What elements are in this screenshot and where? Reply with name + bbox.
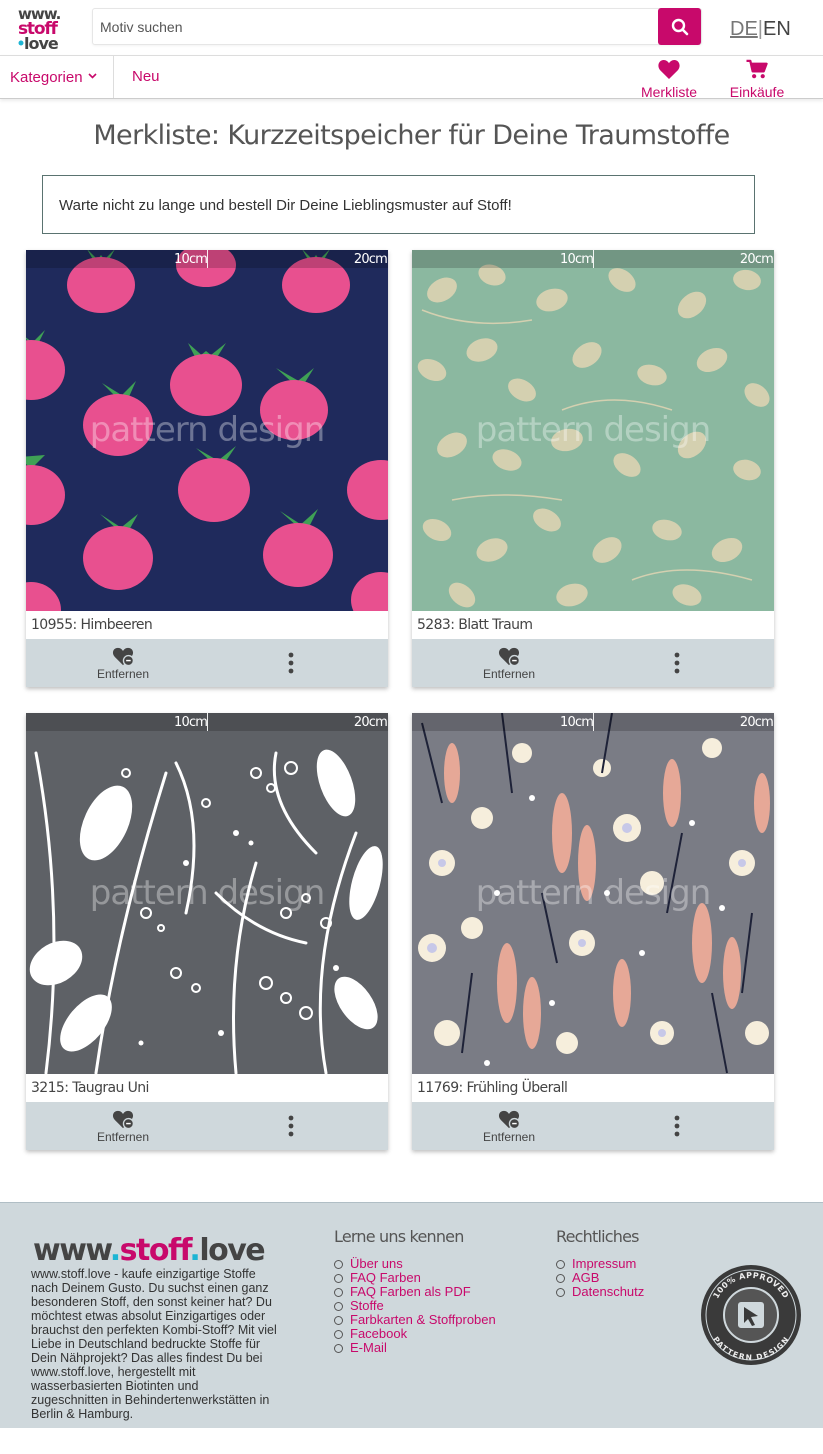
ruler-10cm-label: 10cm xyxy=(560,715,594,730)
purchases-label: Einkäufe xyxy=(729,84,785,100)
footer-legal-links: Rechtliches Impressum AGB Datenschutz xyxy=(556,1227,644,1299)
ruler-20cm-label: 20cm xyxy=(739,252,774,267)
footer-link-agb[interactable]: AGB xyxy=(556,1271,644,1285)
lang-de-link[interactable]: DE xyxy=(730,18,758,40)
watermark: pattern design xyxy=(475,873,712,913)
lang-en-link[interactable]: EN xyxy=(763,18,791,40)
more-options-icon[interactable] xyxy=(670,651,684,675)
nav-divider xyxy=(113,56,114,98)
page-title: Merkliste: Kurzzeitspeicher für Deine Tr… xyxy=(93,120,730,151)
card-actions: Entfernen xyxy=(26,639,388,687)
search-button[interactable] xyxy=(658,8,701,45)
pattern-title[interactable]: 11769: Frühling Überall xyxy=(412,1074,774,1102)
remove-button[interactable]: Entfernen xyxy=(86,647,160,681)
chevron-down-icon xyxy=(88,73,97,79)
pattern-title[interactable]: 10955: Himbeeren xyxy=(26,611,388,639)
search-bar xyxy=(92,8,702,45)
remove-label: Entfernen xyxy=(482,667,536,681)
size-ruler: 10cm 20cm xyxy=(412,250,774,268)
site-logo[interactable]: www. stoff love xyxy=(16,5,72,51)
footer-link-facebook[interactable]: Facebook xyxy=(334,1327,496,1341)
logo-www: www xyxy=(33,1233,111,1268)
footer-link-impressum[interactable]: Impressum xyxy=(556,1257,644,1271)
svg-text:love: love xyxy=(24,34,59,51)
wishlist-card: 10cm 20cm pattern design 5283: Blatt Tra… xyxy=(412,250,774,687)
logo-love: love xyxy=(199,1233,265,1268)
logo-dot: . xyxy=(109,1233,121,1268)
size-ruler: 10cm 20cm xyxy=(26,713,388,731)
card-actions: Entfernen xyxy=(26,1102,388,1150)
remove-label: Entfernen xyxy=(96,667,150,681)
remove-label: Entfernen xyxy=(482,1130,536,1144)
purchases-link[interactable]: Einkäufe xyxy=(726,59,788,100)
heart-icon xyxy=(658,59,680,80)
remove-label: Entfernen xyxy=(96,1130,150,1144)
pattern-image[interactable]: 10cm 20cm pattern design xyxy=(412,250,774,611)
top-header: www. stoff love DE|EN xyxy=(0,0,823,55)
notice-text: Warte nicht zu lange und bestell Dir Dei… xyxy=(59,197,512,214)
remove-button[interactable]: Entfernen xyxy=(472,1110,546,1144)
footer-link-faq-pdf[interactable]: FAQ Farben als PDF xyxy=(334,1285,496,1299)
footer-logo[interactable]: www.stoff.love xyxy=(33,1233,266,1268)
ruler-10cm-label: 10cm xyxy=(174,715,208,730)
page-bottom xyxy=(0,1428,823,1454)
pattern-image[interactable]: 10cm 20cm pattern design xyxy=(26,250,388,611)
card-actions: Entfernen xyxy=(412,639,774,687)
footer-link-ueber-uns[interactable]: Über uns xyxy=(334,1257,496,1271)
pattern-image[interactable]: 10cm 20cm pattern design xyxy=(26,713,388,1074)
ruler-10cm-label: 10cm xyxy=(560,252,594,267)
more-options-icon[interactable] xyxy=(670,1114,684,1138)
main-nav: Kategorien Neu Merkliste Einkäufe xyxy=(0,55,823,100)
wishlist-link[interactable]: Merkliste xyxy=(638,59,700,100)
footer-link-stoffe[interactable]: Stoffe xyxy=(334,1299,496,1313)
pattern-title[interactable]: 5283: Blatt Traum xyxy=(412,611,774,639)
heart-remove-icon xyxy=(498,1110,521,1130)
wishlist-card: 10cm 20cm pattern design 11769: Frühling… xyxy=(412,713,774,1150)
search-input[interactable] xyxy=(93,9,658,44)
size-ruler: 10cm 20cm xyxy=(26,250,388,268)
categories-label: Kategorien xyxy=(10,69,83,86)
remove-button[interactable]: Entfernen xyxy=(472,647,546,681)
pattern-title[interactable]: 3215: Taugrau Uni xyxy=(26,1074,388,1102)
ruler-20cm-label: 20cm xyxy=(353,715,388,730)
card-actions: Entfernen xyxy=(412,1102,774,1150)
heart-remove-icon xyxy=(112,647,135,667)
footer-about-links: Lerne uns kennen Über uns FAQ Farben FAQ… xyxy=(334,1227,496,1355)
footer-link-email[interactable]: E-Mail xyxy=(334,1341,496,1355)
new-link[interactable]: Neu xyxy=(132,68,160,85)
logo-stoff: stoff xyxy=(119,1233,191,1268)
footer-link-datenschutz[interactable]: Datenschutz xyxy=(556,1285,644,1299)
wishlist-card: 10cm 20cm pattern design 3215: Taugrau U… xyxy=(26,713,388,1150)
ruler-20cm-label: 20cm xyxy=(353,252,388,267)
footer-col-title: Lerne uns kennen xyxy=(334,1227,464,1246)
footer-link-faq-farben[interactable]: FAQ Farben xyxy=(334,1271,496,1285)
footer-about-text: www.stoff.love - kaufe einzigartige Stof… xyxy=(31,1267,277,1421)
approved-badge-icon: 100% APPROVED PATTERN DESIGN xyxy=(701,1265,801,1365)
size-ruler: 10cm 20cm xyxy=(412,713,774,731)
wishlist-card: 10cm 20cm pattern design 10955: Himbeere… xyxy=(26,250,388,687)
more-options-icon[interactable] xyxy=(284,1114,298,1138)
pattern-image[interactable]: 10cm 20cm pattern design xyxy=(412,713,774,1074)
language-switcher: DE|EN xyxy=(730,18,791,41)
ruler-10cm-label: 10cm xyxy=(174,252,208,267)
heart-remove-icon xyxy=(498,647,521,667)
cart-icon xyxy=(746,59,768,79)
footer-link-farbkarten[interactable]: Farbkarten & Stoffproben xyxy=(334,1313,496,1327)
heart-remove-icon xyxy=(112,1110,135,1130)
watermark: pattern design xyxy=(89,410,326,450)
more-options-icon[interactable] xyxy=(284,651,298,675)
watermark: pattern design xyxy=(475,410,712,450)
notice-box: Warte nicht zu lange und bestell Dir Dei… xyxy=(42,175,755,234)
site-footer: www.stoff.love www.stoff.love - kaufe ei… xyxy=(0,1202,823,1428)
search-icon xyxy=(671,18,688,35)
wishlist-label: Merkliste xyxy=(640,84,697,100)
watermark: pattern design xyxy=(89,873,326,913)
footer-col-title: Rechtliches xyxy=(556,1227,639,1246)
categories-menu[interactable]: Kategorien xyxy=(10,69,97,86)
ruler-20cm-label: 20cm xyxy=(739,715,774,730)
remove-button[interactable]: Entfernen xyxy=(86,1110,160,1144)
logo-dot: . xyxy=(189,1233,200,1268)
